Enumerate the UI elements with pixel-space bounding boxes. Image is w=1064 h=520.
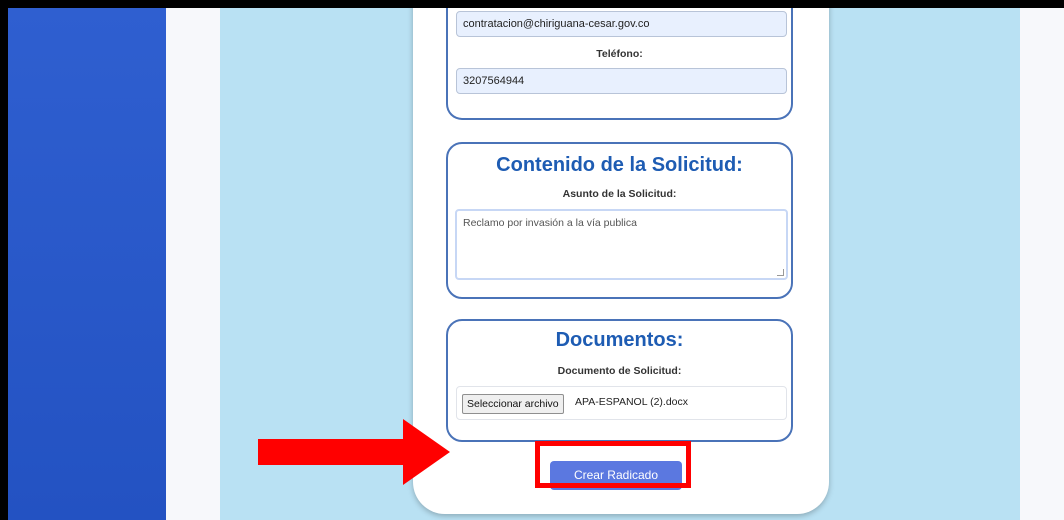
document-label: Documento de Solicitud: [557,365,682,377]
documents-section-title: Documentos: [555,329,684,351]
phone-label: Teléfono: [596,48,643,60]
phone-field[interactable]: 3207564944 [456,68,787,94]
contact-section: contratacion@chiriguana-cesar.gov.co Tel… [446,8,793,120]
subject-text: Reclamo por invasión a la vía publica [463,217,637,229]
subject-label: Asunto de la Solicitud: [562,188,677,200]
pointer-arrow-icon [258,419,450,485]
file-input[interactable]: Seleccionar archivo APA-ESPANOL (2).docx [456,386,787,420]
browser-viewport: contratacion@chiriguana-cesar.gov.co Tel… [8,8,1064,520]
documents-section: Documentos: Documento de Solicitud: Sele… [446,319,793,442]
left-sidebar-panel [8,8,166,520]
select-file-button[interactable]: Seleccionar archivo [462,394,564,414]
request-content-section: Contenido de la Solicitud: Asunto de la … [446,142,793,299]
resize-grip-icon[interactable] [777,269,784,276]
content-section-title: Contenido de la Solicitud: [496,154,743,176]
highlight-box [535,441,691,488]
email-field[interactable]: contratacion@chiriguana-cesar.gov.co [456,11,787,37]
subject-textarea[interactable]: Reclamo por invasión a la vía publica [455,209,788,280]
right-gutter [1020,8,1064,520]
selected-file-name: APA-ESPANOL (2).docx [575,396,689,408]
form-card: contratacion@chiriguana-cesar.gov.co Tel… [413,8,829,514]
left-gutter [166,8,220,520]
